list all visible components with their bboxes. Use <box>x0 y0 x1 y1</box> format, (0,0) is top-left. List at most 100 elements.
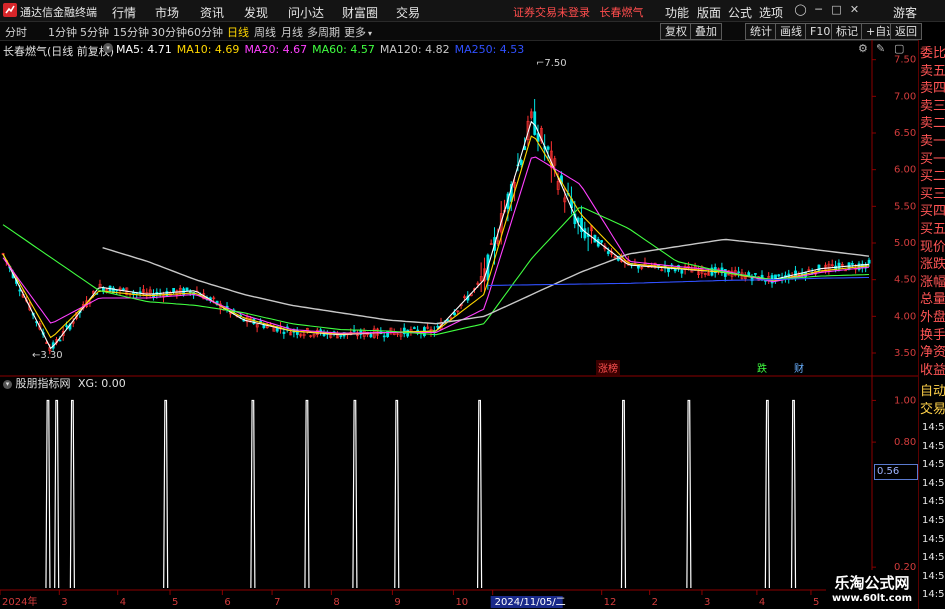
side-panel-item[interactable]: 收益 <box>920 363 945 378</box>
candle-body <box>533 111 537 135</box>
candle-body <box>172 287 176 293</box>
indicator-name: 股朋指标网 <box>15 377 71 390</box>
watermark-title: 乐淘公式网 <box>834 574 910 592</box>
candle-body <box>282 331 286 334</box>
draw-line-button[interactable]: 画线 <box>775 23 807 40</box>
indicator-spike <box>790 399 797 589</box>
side-panel-item[interactable]: 委比 <box>920 46 945 61</box>
menu-xiaoda[interactable]: 问小达 <box>288 4 324 21</box>
candle-body <box>369 334 373 338</box>
price-tick-label: 7.50 <box>894 55 916 66</box>
period-weekly[interactable]: 周线 <box>254 24 276 40</box>
side-panel-item[interactable]: 卖一 <box>920 134 945 149</box>
period-30min[interactable]: 30分钟 <box>151 24 187 40</box>
price-tick-label: 7.00 <box>894 91 916 102</box>
candle-body <box>65 325 69 327</box>
x-tick-label: 5 <box>172 597 178 608</box>
kline-chart[interactable]: 7.50 7.00 6.50 6.00 5.50 5.00 4.50 4.00 3.50 1.00… <box>0 40 918 609</box>
menu-market[interactable]: 市场 <box>155 4 179 21</box>
menu-formula[interactable]: 公式 <box>728 4 752 21</box>
tick-time: 14:56 <box>922 515 945 526</box>
menu-discover[interactable]: 发现 <box>244 4 268 21</box>
candle-body <box>817 264 821 272</box>
side-panel-item[interactable]: 换手 <box>920 328 945 343</box>
indicator-spike <box>686 399 692 589</box>
menu-trade[interactable]: 交易 <box>396 4 420 21</box>
maximize-icon[interactable]: □ <box>828 2 845 18</box>
side-panel-item[interactable]: 净资 <box>920 345 945 360</box>
indicator-spike <box>250 399 256 589</box>
x-tick-label: 8 <box>333 597 339 608</box>
indicator-spike <box>45 399 51 589</box>
tick-time: 14:56 <box>922 570 945 582</box>
period-15min[interactable]: 15分钟 <box>113 24 149 40</box>
candle-body <box>382 335 386 338</box>
side-panel-tab[interactable]: 交易 <box>920 402 945 417</box>
menu-function[interactable]: 功能 <box>665 4 689 21</box>
ma-line-ma10 <box>2 135 870 339</box>
watermark-url: www.60lt.com <box>831 593 912 604</box>
side-panel-item[interactable]: 卖三 <box>920 99 945 114</box>
side-panel-tab[interactable]: 自动 <box>920 384 945 399</box>
period-60min[interactable]: 60分钟 <box>187 24 223 40</box>
side-panel-item[interactable]: 涨幅 <box>920 275 945 290</box>
minimize-icon[interactable]: ─ <box>810 2 827 18</box>
side-panel-item[interactable]: 买五 <box>920 222 945 237</box>
menu-quotes[interactable]: 行情 <box>112 4 136 21</box>
side-panel-item[interactable]: 买二 <box>920 169 945 184</box>
side-panel-item[interactable]: 买三 <box>920 187 945 202</box>
adjust-button[interactable]: 复权 <box>660 23 692 40</box>
period-1min[interactable]: 1分钟 <box>48 24 77 40</box>
side-panel-item[interactable]: 买四 <box>920 204 945 219</box>
side-panel-item[interactable]: 外盘 <box>920 310 945 325</box>
tick-time: 14:56 <box>922 496 945 508</box>
candle-body <box>837 262 841 269</box>
period-more[interactable]: 更多 ▾ <box>344 24 372 40</box>
menu-layout[interactable]: 版面 <box>697 4 721 21</box>
menu-options[interactable]: 选项 <box>759 4 783 21</box>
side-panel-item[interactable]: 总量 <box>920 292 945 307</box>
candle-body <box>606 251 610 254</box>
guest-user[interactable]: 游客 <box>893 4 917 21</box>
side-panel-item[interactable]: 卖五 <box>920 64 945 79</box>
period-5min[interactable]: 5分钟 <box>80 24 109 40</box>
x-tick-label: 6 <box>224 597 230 608</box>
x-tick-label: 7 <box>274 597 280 608</box>
close-icon[interactable]: ✕ <box>846 2 863 18</box>
watermark: 乐淘公式网 www.60lt.com <box>826 570 918 609</box>
x-tick-label: 9 <box>394 597 400 608</box>
overlay-button[interactable]: 叠加 <box>690 23 722 40</box>
back-button[interactable]: 返回 <box>890 23 922 40</box>
settings-circle-icon[interactable]: ◯ <box>792 2 809 18</box>
x-tick-label: 2024年 <box>2 595 37 608</box>
side-panel-item[interactable]: 现价 <box>920 240 945 255</box>
indicator-dropdown-icon[interactable]: ▾ <box>3 379 12 389</box>
menu-wealth[interactable]: 财富圈 <box>342 4 378 21</box>
period-intraday[interactable]: 分时 <box>5 24 27 40</box>
login-warning[interactable]: 证券交易未登录 长春燃气 <box>513 4 644 20</box>
side-panel-item[interactable]: 买一 <box>920 152 945 167</box>
period-daily[interactable]: 日线 <box>227 24 249 40</box>
app-logo-icon <box>3 3 17 17</box>
finance-tag[interactable]: 财 <box>794 360 804 375</box>
indicator-spike <box>163 399 169 589</box>
x-tick-label: 2024/11/05/二 <box>495 597 566 608</box>
fall-tag[interactable]: 跌 <box>757 360 767 375</box>
side-panel-item[interactable]: 卖二 <box>920 116 945 131</box>
period-multi[interactable]: 多周期 <box>307 24 340 40</box>
candle-body <box>667 268 670 273</box>
indicator-spike <box>69 399 75 589</box>
mark-button[interactable]: 标记 <box>831 23 863 40</box>
side-panel-item[interactable]: 涨跌 <box>920 257 945 272</box>
side-panel-item[interactable]: 卖四 <box>920 81 945 96</box>
x-tick-label: 3 <box>704 597 710 608</box>
indicator-xg-value: 0.00 <box>101 377 126 390</box>
title-bar: 通达信金融终端 行情 市场 资讯 发现 问小达 财富圈 交易 证券交易未登录 长… <box>0 0 945 22</box>
candle-body <box>122 288 125 291</box>
limit-up-tag[interactable]: 涨榜 <box>596 360 620 375</box>
statistics-button[interactable]: 统计 <box>745 23 777 40</box>
menu-news[interactable]: 资讯 <box>200 4 224 21</box>
period-monthly[interactable]: 月线 <box>281 24 303 40</box>
price-tick-label: 5.50 <box>894 201 916 212</box>
x-tick-label: 12 <box>604 597 617 608</box>
